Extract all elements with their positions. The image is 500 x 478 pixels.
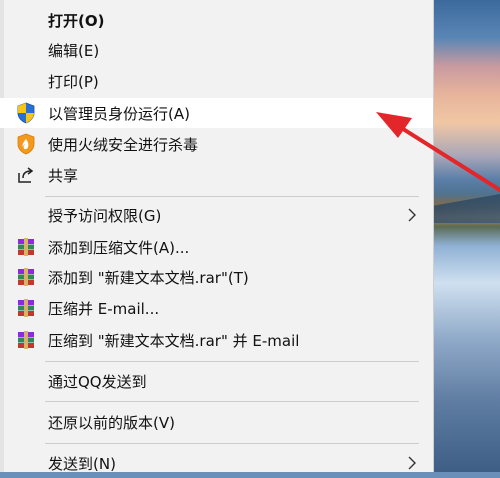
annotation-arrow-icon — [376, 112, 500, 192]
